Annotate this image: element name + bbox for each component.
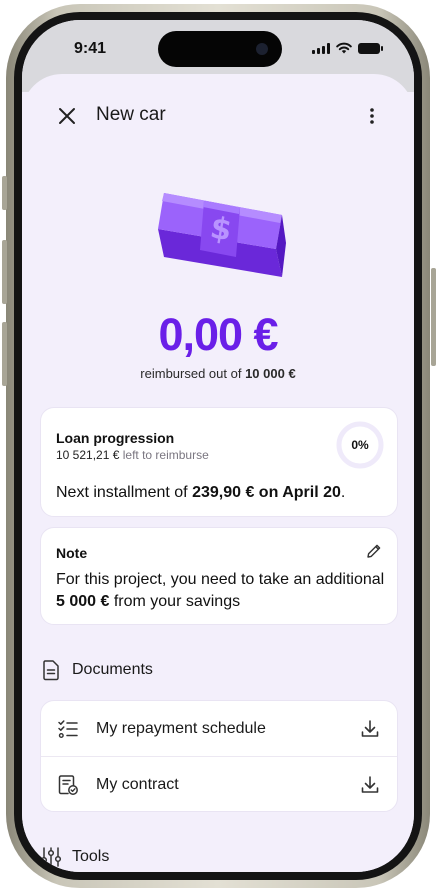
document-label: My contract <box>96 775 179 793</box>
download-icon[interactable] <box>359 774 381 796</box>
mute-switch <box>2 176 7 210</box>
document-item-repayment-schedule[interactable]: My repayment schedule <box>41 701 397 756</box>
left-suffix: left to reimburse <box>119 448 209 462</box>
loan-progression-card[interactable]: Loan progression 10 521,21 € left to rei… <box>40 407 398 517</box>
note-card[interactable]: Note For this project, you need to take … <box>40 527 398 625</box>
documents-heading: Documents <box>40 659 153 681</box>
money-bill-illustration: $ <box>158 193 286 277</box>
tools-heading: Tools <box>40 846 109 868</box>
documents-heading-label: Documents <box>72 661 153 678</box>
note-suffix: from your savings <box>109 593 241 610</box>
download-icon[interactable] <box>359 718 381 740</box>
subtitle-total: 10 000 € <box>245 366 296 381</box>
note-card-title: Note <box>56 545 88 561</box>
camera-icon <box>256 43 268 55</box>
reimbursed-subtitle: reimbursed out of 10 000 € <box>22 366 414 381</box>
progress-percent: 0% <box>351 438 369 452</box>
loan-card-title: Loan progression <box>56 430 175 446</box>
next-suffix: . <box>340 484 346 501</box>
note-prefix: For this project, you need to take an ad… <box>56 571 385 588</box>
page-title: New car <box>96 104 166 125</box>
project-sheet: New car $ 0,00 € reimbursed out of 10 00… <box>22 74 414 872</box>
status-time: 9:41 <box>74 40 107 57</box>
left-to-reimburse: 10 521,21 € left to reimburse <box>56 448 209 462</box>
documents-list: My repayment schedule My contract <box>40 700 398 812</box>
checklist-icon <box>58 719 78 738</box>
close-button[interactable] <box>55 104 79 128</box>
battery-icon <box>358 42 383 54</box>
document-item-contract[interactable]: My contract <box>41 757 397 812</box>
progress-ring: 0% <box>335 420 385 470</box>
next-amount: 239,90 € on April 20 <box>192 484 341 501</box>
close-icon <box>59 108 75 124</box>
sliders-icon <box>40 847 62 867</box>
power-button <box>431 268 436 366</box>
wifi-icon <box>336 42 352 54</box>
tools-heading-label: Tools <box>72 848 110 865</box>
contract-icon <box>58 774 78 795</box>
reimbursed-amount: 0,00 € <box>158 309 278 360</box>
next-prefix: Next installment of <box>56 484 193 501</box>
volume-down-button <box>2 322 7 386</box>
pencil-icon[interactable] <box>365 542 383 560</box>
note-amount: 5 000 € <box>56 593 110 610</box>
signal-icon <box>312 42 330 54</box>
more-vertical-icon <box>370 108 374 124</box>
top-bar: New car <box>22 74 414 154</box>
document-label: My repayment schedule <box>96 719 266 737</box>
subtitle-prefix: reimbursed out of <box>140 366 246 381</box>
left-amount: 10 521,21 € <box>56 448 120 462</box>
document-icon <box>43 660 59 681</box>
status-icons <box>312 42 383 54</box>
dynamic-island <box>158 31 282 67</box>
note-text: For this project, you need to take an ad… <box>56 569 386 613</box>
screen: 9:41 New car $ 0,00 € reimbursed out of … <box>22 20 414 872</box>
next-installment: Next installment of 239,90 € on April 20… <box>56 484 345 502</box>
more-options-button[interactable] <box>360 104 384 128</box>
volume-up-button <box>2 240 7 304</box>
